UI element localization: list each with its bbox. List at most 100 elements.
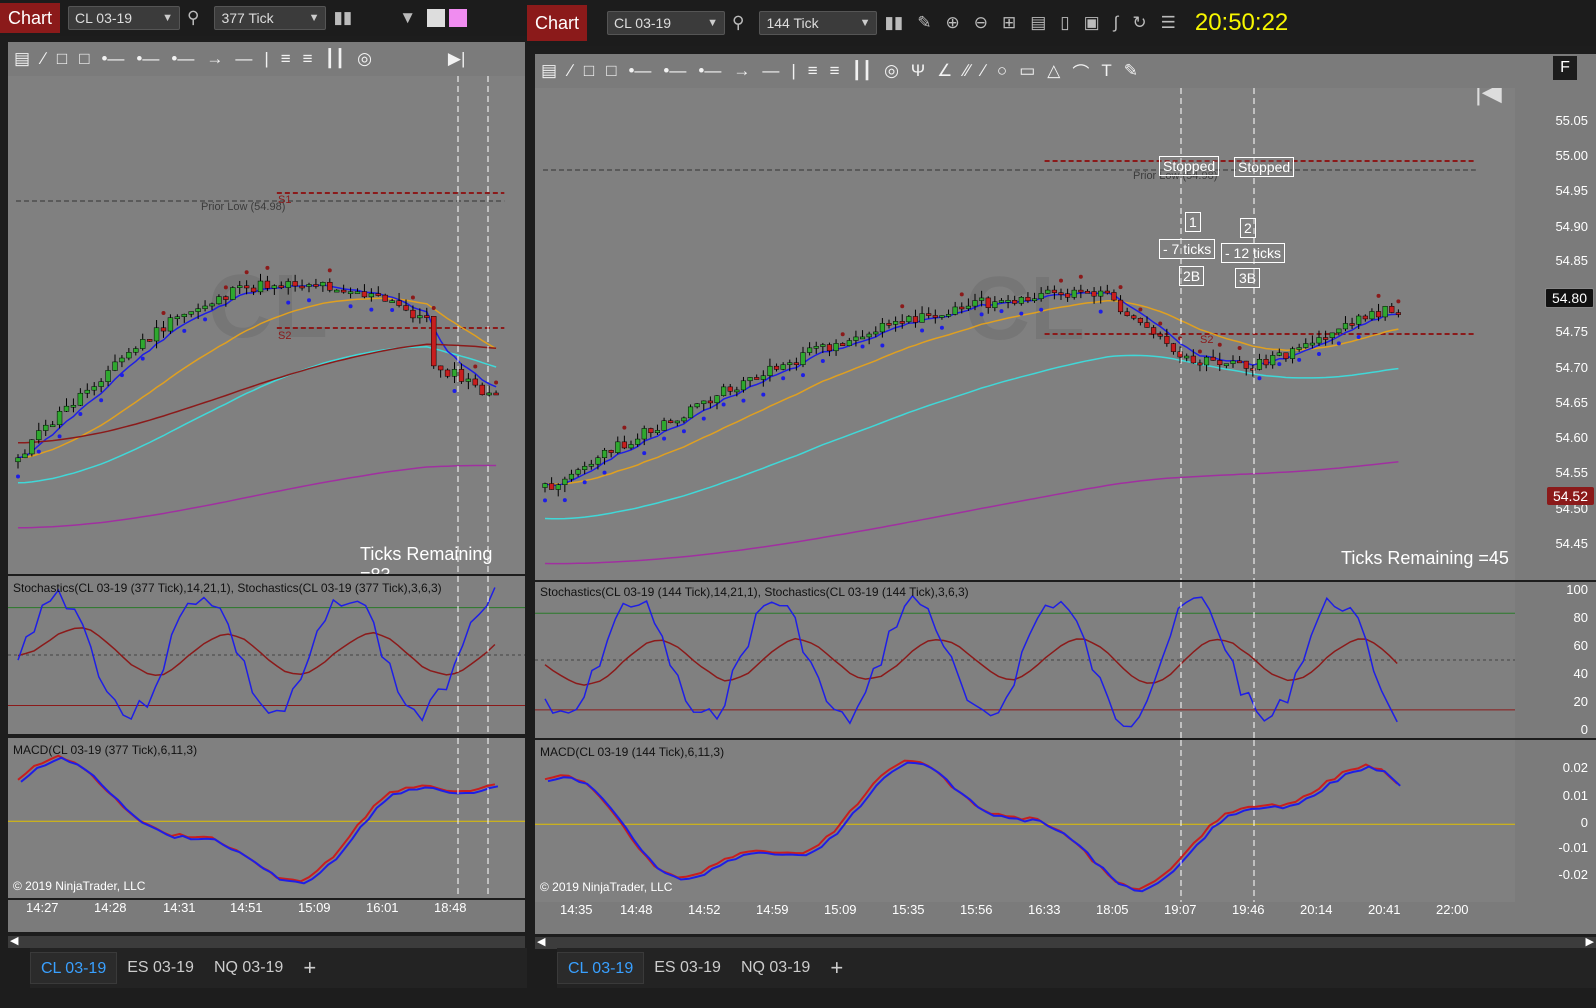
trailing-stop-dot [265,265,270,270]
rectangle-shape-icon[interactable]: ▭ [1019,61,1035,81]
tab-es[interactable]: ES 03-19 [117,952,204,984]
line-icon[interactable]: •— [101,49,124,69]
candle-body [1369,311,1375,320]
tab-nq[interactable]: NQ 03-19 [731,952,820,984]
right-price-axis[interactable]: 55.05 55.00 54.95 54.90 54.85 54.80 54.75 54.70… [1515,54,1596,580]
fib-extension-icon[interactable]: ≡ [303,49,313,69]
line-icon[interactable]: •— [628,61,651,81]
left-macd-panel[interactable]: MACD(CL 03-19 (377 Tick),6,11,3) © 2019 … [8,738,525,898]
vertical-line-icon[interactable]: | [791,61,795,81]
scroll-end-icon[interactable]: ▶| [448,49,466,69]
left-interval-select[interactable]: 377 Tick ▼ [214,6,327,30]
right-interval-select[interactable]: 144 Tick ▼ [759,11,878,35]
trend-channel-icon[interactable]: ∕ [982,61,985,81]
fib-icon[interactable]: ≡ [281,49,291,69]
horizontal-line-icon[interactable]: — [762,61,779,81]
right-drawing-toolbar: ▤ ∕ □ □ •— •— •— → — | ≡ ≡ ┃┃ ◎ Ψ ∠ ∕∕ ∕… [535,54,1515,88]
trailing-stop-dot [78,411,83,416]
right-macd-axis[interactable]: 0.02 0.01 0 -0.01 -0.02 [1515,740,1596,902]
trailing-stop-dot [1118,285,1123,290]
candle-body [873,331,879,335]
right-stoch-axis[interactable]: 100 80 60 40 20 0 [1515,582,1596,738]
candle-body [681,417,687,422]
color-swatch-pink[interactable] [449,9,468,27]
templates-icon[interactable]: ▣ [1084,13,1100,33]
extended-line-icon[interactable]: •— [698,61,721,81]
time-cycles-icon[interactable]: ┃┃ [325,49,345,69]
ellipse-icon[interactable]: ○ [997,61,1007,81]
scroll-left-icon[interactable]: ◀ [537,935,545,948]
chart-trader-icon[interactable]: ▯ [1060,13,1069,33]
rectangle-icon[interactable]: □ [79,49,89,69]
candle-body [375,293,381,296]
text-icon[interactable]: T [1101,61,1111,81]
fib-icon[interactable]: ≡ [808,61,818,81]
add-tab-button[interactable]: + [820,952,853,984]
search-icon[interactable]: ⚲ [187,8,199,28]
candle-body [661,420,667,431]
left-stochastics-panel[interactable]: Stochastics(CL 03-19 (377 Tick),14,21,1)… [8,576,525,734]
indicators-list-icon[interactable]: ☰ [1161,13,1176,33]
bars-type-icon[interactable]: ▮▮ [884,13,903,33]
rectangle-icon[interactable]: □ [606,61,616,81]
ruler-icon[interactable]: ▤ [14,49,30,69]
zoom-in-icon[interactable]: ⊕ [945,13,959,33]
stoch-slow-line [17,627,496,676]
time-cycles-icon[interactable]: ┃┃ [852,61,872,81]
tab-es[interactable]: ES 03-19 [644,952,731,984]
right-stochastics-panel[interactable]: Stochastics(CL 03-19 (144 Tick),14,21,1)… [535,582,1515,738]
left-scrollbar[interactable]: ◀ [8,934,525,948]
right-macd-panel[interactable]: MACD(CL 03-19 (144 Tick),6,11,3) © 2019 … [535,740,1515,902]
reload-icon[interactable]: ↻ [1132,13,1146,33]
left-tab-strip: CL 03-19 ES 03-19 NQ 03-19 + [30,948,527,988]
pitchfork-icon[interactable]: Ψ [911,61,925,81]
right-time-axis[interactable]: 14:35 14:48 14:52 14:59 15:09 15:35 15:56 16:33… [535,902,1596,934]
left-chart-tag[interactable]: Chart [0,3,61,33]
right-chart-tag[interactable]: Chart [527,5,588,41]
data-box-icon[interactable]: ▤ [1030,13,1046,33]
arrow-line-icon[interactable]: → [733,61,750,81]
strategies-icon[interactable]: ∫ [1114,13,1119,33]
ticks-remaining: Ticks Remaining =45 [1341,548,1509,568]
arc-icon[interactable]: ⌒ [1072,59,1089,84]
risk-reward-icon[interactable]: ∕ [42,49,45,69]
left-time-axis[interactable]: 14:27 14:28 14:31 14:51 15:09 16:01 18:48 [8,900,525,932]
add-tab-button[interactable]: + [293,952,326,984]
crosshair-icon[interactable]: ⊞ [1002,13,1016,33]
arrow-line-icon[interactable]: → [206,49,223,69]
tab-cl[interactable]: CL 03-19 [557,952,645,984]
candle-body [1065,293,1071,298]
fib-circle-icon[interactable]: ◎ [357,49,372,69]
search-icon[interactable]: ⚲ [732,13,744,33]
scroll-left-icon[interactable]: ◀ [10,934,18,947]
risk-reward-icon[interactable]: ∕ [569,61,572,81]
rectangle-icon[interactable]: □ [584,61,594,81]
horizontal-line-icon[interactable]: — [235,49,252,69]
left-instrument-select[interactable]: CL 03-19 ▼ [68,6,181,30]
scroll-right-icon[interactable]: ▶ [1586,935,1594,948]
marker-icon[interactable]: ✎ [1124,61,1138,81]
pencil-icon[interactable]: ✎ [917,13,931,33]
zoom-out-icon[interactable]: ⊖ [974,13,988,33]
ray-icon[interactable]: •— [136,49,159,69]
vertical-line-icon[interactable]: | [264,49,268,69]
fib-extension-icon[interactable]: ≡ [830,61,840,81]
color-swatch-grey[interactable] [427,9,446,27]
extended-line-icon[interactable]: •— [171,49,194,69]
tab-cl[interactable]: CL 03-19 [30,952,118,984]
left-price-panel[interactable]: CL Prior Low (54.98) S1 S2 Ticks Remaini… [8,76,525,574]
right-instrument-select[interactable]: CL 03-19 ▼ [607,11,726,35]
triangle-icon[interactable]: △ [1047,61,1060,81]
regression-channel-icon[interactable]: ∕∕ [964,61,970,81]
ray-icon[interactable]: •— [663,61,686,81]
right-price-panel[interactable]: CL Prior Low (54.98) S2 Stopped Stopped … [535,88,1515,580]
tab-nq[interactable]: NQ 03-19 [204,952,293,984]
f-button[interactable]: F [1553,56,1577,80]
fib-circle-icon[interactable]: ◎ [884,61,899,81]
gann-fan-icon[interactable]: ∠ [937,61,952,81]
scroll-start-icon[interactable]: |◀ [1475,88,1502,107]
bars-type-icon[interactable]: ▮▮ [333,8,352,28]
dropdown-arrow-icon[interactable]: ▼ [399,8,416,28]
rectangle-icon[interactable]: □ [57,49,67,69]
ruler-icon[interactable]: ▤ [541,61,557,81]
